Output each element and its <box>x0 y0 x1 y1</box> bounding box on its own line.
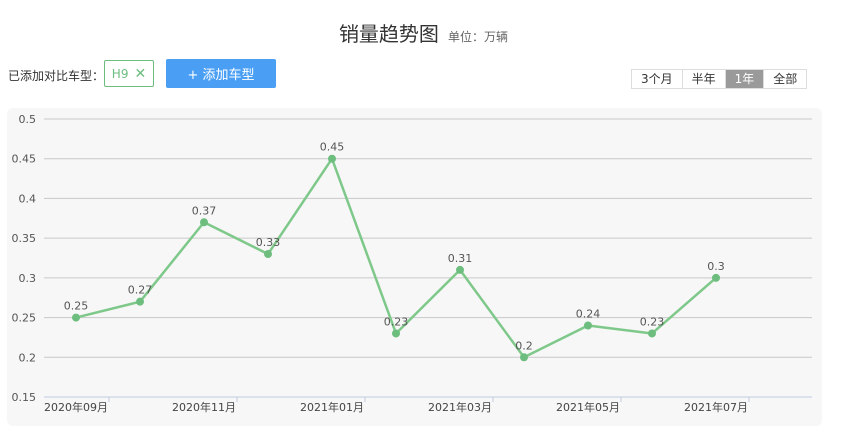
x-tick-label: 2020年11月 <box>172 400 236 414</box>
data-label: 0.33 <box>256 236 281 249</box>
data-point <box>136 297 144 306</box>
data-label: 0.23 <box>640 315 665 328</box>
x-tick-label: 2021年01月 <box>300 400 364 414</box>
data-label: 0.23 <box>384 315 409 328</box>
data-point <box>392 329 400 338</box>
data-point <box>328 154 336 163</box>
y-tick-label: 0.35 <box>12 232 37 245</box>
data-label: 0.2 <box>515 339 533 352</box>
data-point <box>200 218 208 227</box>
data-point <box>584 321 592 330</box>
data-label: 0.24 <box>576 308 601 321</box>
data-point <box>712 273 720 282</box>
data-point <box>264 250 272 259</box>
x-tick-label: 2021年05月 <box>556 400 620 414</box>
data-point <box>648 329 656 338</box>
y-tick-label: 0.2 <box>19 351 37 364</box>
y-tick-label: 0.45 <box>12 153 37 166</box>
data-point <box>456 265 464 274</box>
data-label: 0.3 <box>707 260 725 273</box>
y-tick-label: 0.3 <box>19 272 37 285</box>
data-label: 0.37 <box>192 204 217 217</box>
y-tick-label: 0.25 <box>12 312 37 325</box>
sales-trend-chart: 0.5 0.45 0.4 0.35 0.3 0.25 0.2 0.15 2020年09月 2020… <box>12 113 812 414</box>
data-point <box>72 313 80 322</box>
data-label: 0.25 <box>64 300 89 313</box>
data-label: 0.31 <box>448 252 473 265</box>
data-point <box>520 353 528 362</box>
data-label: 0.27 <box>128 284 153 297</box>
y-tick-label: 0.4 <box>19 192 37 205</box>
x-tick-label: 2021年07月 <box>684 400 748 414</box>
y-tick-label: 0.15 <box>12 391 37 404</box>
data-label: 0.45 <box>320 141 345 154</box>
x-tick-label: 2021年03月 <box>428 400 492 414</box>
y-tick-label: 0.5 <box>19 113 37 126</box>
x-tick-label: 2020年09月 <box>44 400 108 414</box>
